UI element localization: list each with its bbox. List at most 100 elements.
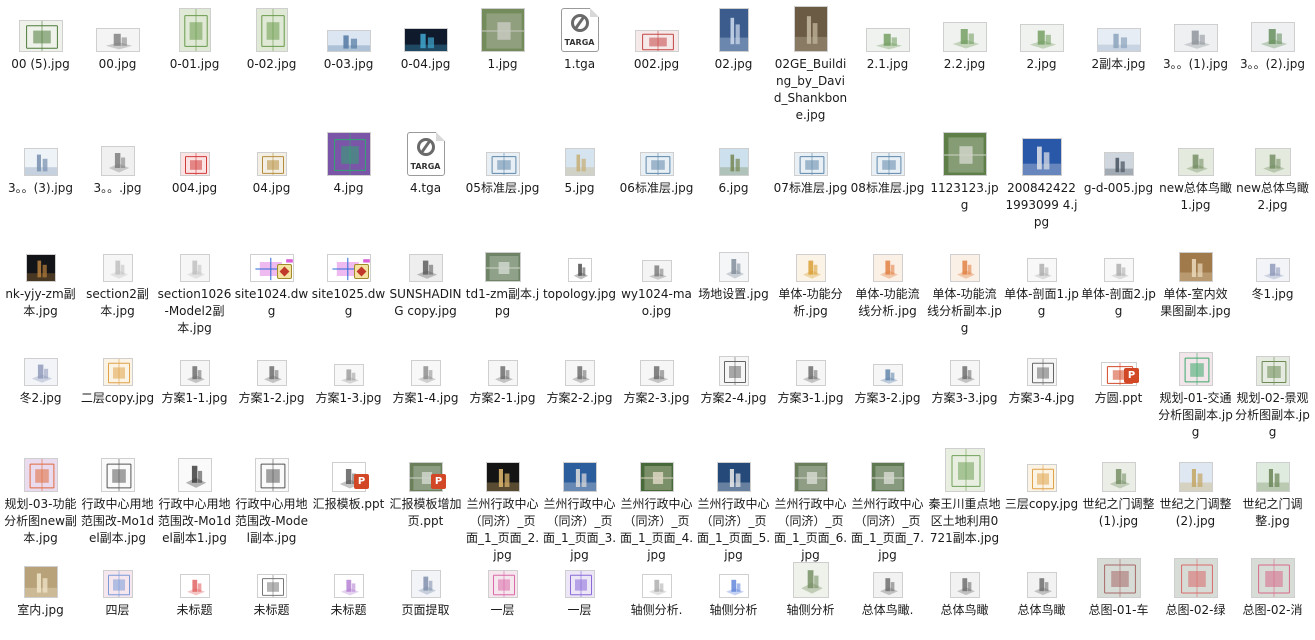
file-thumbnail[interactable] xyxy=(618,234,695,282)
file-item[interactable]: 方案2-4.jpg xyxy=(695,338,772,407)
file-item[interactable]: 08标准层.jpg xyxy=(849,128,926,197)
file-item[interactable]: 单体-功能分析.jpg xyxy=(772,234,849,320)
file-thumbnail[interactable] xyxy=(2,550,79,598)
file-item[interactable]: 未标题 xyxy=(156,550,233,619)
file-item[interactable]: 兰州行政中心（同济）_页面_1_页面_5.jpg xyxy=(695,444,772,564)
file-thumbnail[interactable] xyxy=(464,550,541,598)
file-thumbnail[interactable] xyxy=(310,234,387,282)
file-item[interactable]: td1-zm副本.jpg xyxy=(464,234,541,320)
file-item[interactable]: 02.jpg xyxy=(695,4,772,73)
file-item[interactable]: 轴侧分析 xyxy=(695,550,772,619)
file-thumbnail[interactable] xyxy=(695,4,772,52)
file-thumbnail[interactable] xyxy=(772,444,849,492)
file-thumbnail[interactable] xyxy=(464,4,541,52)
file-item[interactable]: 行政中心用地范围改-Mo1del副本.jpg xyxy=(79,444,156,547)
file-thumbnail[interactable] xyxy=(926,234,1003,282)
file-item[interactable]: 兰州行政中心（同济）_页面_1_页面_6.jpg xyxy=(772,444,849,564)
file-thumbnail[interactable] xyxy=(695,234,772,282)
file-thumbnail[interactable] xyxy=(1080,4,1157,52)
file-item[interactable]: section2副本.jpg xyxy=(79,234,156,320)
file-thumbnail[interactable] xyxy=(233,444,310,492)
file-thumbnail[interactable] xyxy=(849,550,926,598)
file-item[interactable]: 规划-03-功能分析图new副本.jpg xyxy=(2,444,79,547)
file-thumbnail[interactable] xyxy=(772,4,849,52)
file-thumbnail[interactable] xyxy=(618,4,695,52)
file-thumbnail[interactable] xyxy=(926,550,1003,598)
file-item[interactable]: 冬1.jpg xyxy=(1234,234,1311,303)
file-item[interactable]: 四层 xyxy=(79,550,156,619)
file-item[interactable]: 3。。.jpg xyxy=(79,128,156,197)
file-thumbnail[interactable] xyxy=(79,4,156,52)
file-item[interactable]: section1026-Model2副本.jpg xyxy=(156,234,233,337)
file-item[interactable]: 0-02.jpg xyxy=(233,4,310,73)
file-item[interactable]: 方案3-1.jpg xyxy=(772,338,849,407)
file-thumbnail[interactable] xyxy=(387,4,464,52)
file-item[interactable]: SUNSHADING copy.jpg xyxy=(387,234,464,320)
file-thumbnail[interactable] xyxy=(2,338,79,386)
file-thumbnail[interactable] xyxy=(464,444,541,492)
file-thumbnail[interactable] xyxy=(1003,4,1080,52)
file-item[interactable]: 方案1-1.jpg xyxy=(156,338,233,407)
file-item[interactable]: 方案3-3.jpg xyxy=(926,338,1003,407)
file-thumbnail[interactable] xyxy=(772,128,849,176)
file-thumbnail[interactable]: P xyxy=(387,444,464,492)
file-item[interactable]: 页面提取 xyxy=(387,550,464,619)
file-thumbnail[interactable] xyxy=(1003,338,1080,386)
file-thumbnail[interactable] xyxy=(618,444,695,492)
file-thumbnail[interactable] xyxy=(1234,4,1311,52)
file-item[interactable]: P 汇报模板增加页.ppt xyxy=(387,444,464,530)
file-thumbnail[interactable]: P xyxy=(1080,338,1157,386)
file-item[interactable]: 1123123.jpg xyxy=(926,128,1003,214)
file-thumbnail[interactable] xyxy=(1234,128,1311,176)
file-thumbnail[interactable]: TARGA xyxy=(387,128,464,176)
file-item[interactable]: 04.jpg xyxy=(233,128,310,197)
file-item[interactable]: 2.jpg xyxy=(1003,4,1080,73)
file-item[interactable]: 冬2.jpg xyxy=(2,338,79,407)
file-thumbnail[interactable] xyxy=(541,338,618,386)
file-thumbnail[interactable] xyxy=(1003,128,1080,176)
file-item[interactable]: 世纪之门调整(1).jpg xyxy=(1080,444,1157,530)
file-item[interactable]: 2.1.jpg xyxy=(849,4,926,73)
file-item[interactable]: 3。。(2).jpg xyxy=(1234,4,1311,73)
file-thumbnail[interactable] xyxy=(849,338,926,386)
file-thumbnail[interactable] xyxy=(2,4,79,52)
file-item[interactable]: 00.jpg xyxy=(79,4,156,73)
file-thumbnail[interactable] xyxy=(79,128,156,176)
file-item[interactable]: 规划-01-交通分析图副本.jpg xyxy=(1157,338,1234,441)
file-thumbnail[interactable] xyxy=(772,550,849,598)
file-thumbnail[interactable] xyxy=(695,444,772,492)
file-item[interactable]: 方案1-2.jpg xyxy=(233,338,310,407)
file-item[interactable]: 二层copy.jpg xyxy=(79,338,156,407)
file-thumbnail[interactable] xyxy=(79,550,156,598)
file-thumbnail[interactable] xyxy=(2,234,79,282)
file-item[interactable]: 方案3-2.jpg xyxy=(849,338,926,407)
file-thumbnail[interactable] xyxy=(387,550,464,598)
file-thumbnail[interactable] xyxy=(387,338,464,386)
file-item[interactable]: 方案3-4.jpg xyxy=(1003,338,1080,407)
file-thumbnail[interactable] xyxy=(1003,444,1080,492)
file-item[interactable]: 总体鸟瞰. xyxy=(849,550,926,619)
file-thumbnail[interactable] xyxy=(156,234,233,282)
file-thumbnail[interactable] xyxy=(233,128,310,176)
file-item[interactable]: 方案2-3.jpg xyxy=(618,338,695,407)
file-item[interactable]: site1024.dwg xyxy=(233,234,310,320)
file-item[interactable]: 002.jpg xyxy=(618,4,695,73)
file-item[interactable]: 单体-功能流线分析副本.jpg xyxy=(926,234,1003,337)
file-thumbnail[interactable] xyxy=(1157,128,1234,176)
file-item[interactable]: 规划-02-景观分析图副本.jpg xyxy=(1234,338,1311,441)
file-item[interactable]: 兰州行政中心（同济）_页面_1_页面_2.jpg xyxy=(464,444,541,564)
file-item[interactable]: 未标题 xyxy=(233,550,310,619)
file-item[interactable]: 0-03.jpg xyxy=(310,4,387,73)
file-thumbnail[interactable] xyxy=(1080,128,1157,176)
file-thumbnail[interactable] xyxy=(156,338,233,386)
file-item[interactable]: 2008424221993099 4.jpg xyxy=(1003,128,1080,231)
file-item[interactable]: 三层copy.jpg xyxy=(1003,444,1080,513)
file-item[interactable]: 世纪之门调整.jpg xyxy=(1234,444,1311,530)
file-item[interactable]: 世纪之门调整(2).jpg xyxy=(1157,444,1234,530)
file-item[interactable]: 单体-功能流线分析.jpg xyxy=(849,234,926,320)
file-thumbnail[interactable] xyxy=(849,234,926,282)
file-thumbnail[interactable] xyxy=(464,128,541,176)
file-item[interactable]: P 方圆.ppt xyxy=(1080,338,1157,407)
file-thumbnail[interactable] xyxy=(233,338,310,386)
file-thumbnail[interactable] xyxy=(541,550,618,598)
